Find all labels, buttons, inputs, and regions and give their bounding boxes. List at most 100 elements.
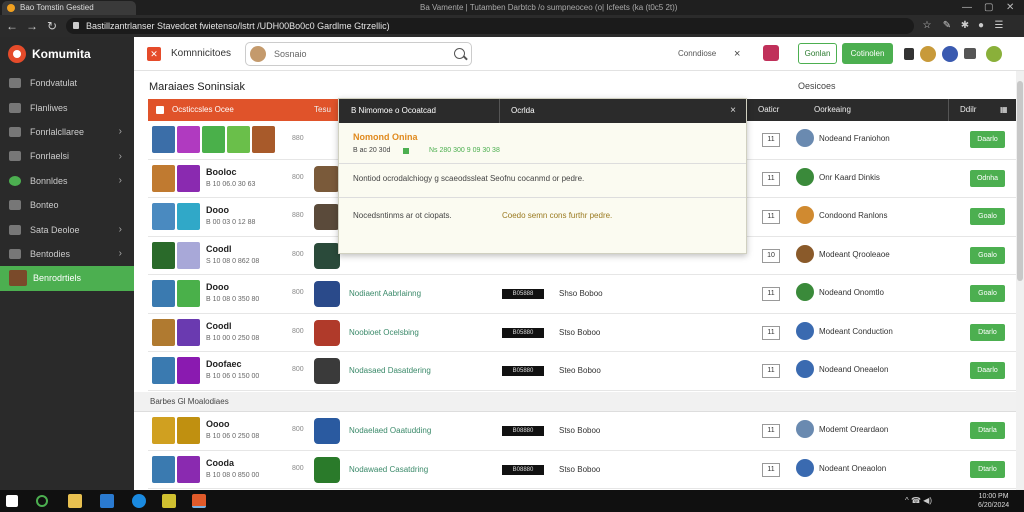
game-thumbnail[interactable] — [177, 126, 200, 153]
row-link[interactable]: Nodawaed Casatdring — [349, 465, 428, 474]
sidebar-item[interactable]: Fondvatulat — [0, 71, 134, 95]
minimize-icon[interactable]: — — [962, 0, 972, 15]
menu-icon[interactable]: ☰ — [992, 19, 1006, 33]
row-owner[interactable]: Modeant Qrooleaoe — [819, 250, 890, 259]
scrollbar[interactable] — [1016, 71, 1024, 490]
sidebar-item[interactable]: Sata Deoloe › — [0, 217, 134, 241]
star-icon[interactable]: ☆ — [920, 19, 934, 33]
row-name[interactable]: Oooo — [206, 419, 230, 429]
game-thumbnail[interactable] — [177, 357, 200, 384]
game-thumbnail[interactable] — [152, 455, 175, 483]
row-count-badge[interactable]: 11 — [762, 210, 780, 224]
header-checkbox-icon[interactable] — [156, 106, 164, 114]
table-row[interactable]: Coodl B 10 00 0 250 08 800 Noobioet Ocelsbi… — [148, 314, 1016, 352]
table-row[interactable]: Doofaec B 10 06 0 150 00 800 Nodasaed Dasat… — [148, 352, 1016, 391]
user-avatar-1[interactable] — [920, 46, 936, 62]
windows-start-icon[interactable] — [6, 495, 18, 507]
game-thumbnail[interactable] — [177, 417, 200, 444]
row-action-button[interactable]: Daarlo — [970, 362, 1005, 379]
system-tray[interactable]: ^ ☎ ◀) — [905, 494, 932, 508]
column-header-status[interactable]: Oaticr — [758, 99, 779, 121]
column-settings-icon[interactable]: ▦ — [1000, 99, 1008, 121]
game-thumbnail[interactable] — [152, 357, 175, 384]
row-name[interactable]: Dooo — [206, 205, 229, 215]
row-owner[interactable]: Nodeant Oneaolon — [819, 464, 886, 473]
chevron-right-icon[interactable]: › — [119, 126, 122, 137]
chevron-right-icon[interactable]: › — [119, 224, 122, 235]
header-label[interactable]: Conndiose — [678, 37, 716, 71]
row-count-badge[interactable]: 11 — [762, 364, 780, 378]
sidebar-item[interactable]: Benrodrtiels — [0, 266, 134, 291]
taskbar-clock[interactable]: 10:00 PM 6/20/2024 — [978, 492, 1009, 510]
popup-title[interactable]: Nomond Onina — [353, 132, 418, 142]
column-header-primary[interactable]: Ocsticcsles Ocee — [148, 99, 338, 121]
game-thumbnail[interactable] — [227, 126, 250, 153]
sidebar-item[interactable]: Fonrlaelsi › — [0, 144, 134, 168]
game-thumbnail[interactable] — [177, 203, 200, 230]
row-action-button[interactable]: Daarlo — [970, 131, 1005, 148]
row-count-badge[interactable]: 11 — [762, 325, 780, 340]
column-header-action[interactable]: Ddilr — [960, 99, 976, 121]
column-header-owner[interactable]: Oorkeaing — [814, 99, 851, 121]
row-name[interactable]: Coodl — [206, 244, 232, 254]
bell-icon[interactable] — [904, 48, 914, 60]
row-action-button[interactable]: Dtarlo — [970, 460, 1005, 478]
row-action-button[interactable]: Odnha — [970, 169, 1005, 187]
row-link[interactable]: Nodaelaed Oaatudding — [349, 426, 431, 435]
close-window-icon[interactable]: ✕ — [1006, 0, 1014, 15]
game-thumbnail[interactable] — [202, 126, 225, 153]
row-action-button[interactable]: Dtarla — [970, 422, 1005, 439]
app-taskbar-icon[interactable] — [162, 494, 176, 508]
sidebar-item[interactable]: Bonnldes › — [0, 169, 134, 193]
sidebar-brand[interactable]: Komumita — [0, 37, 134, 71]
sidebar-item[interactable]: Bonteo — [0, 193, 134, 217]
outline-button[interactable]: Gonlan — [798, 43, 837, 64]
table-row[interactable]: Cooda B 10 08 0 850 00 800 Nodawaed Casatdr… — [148, 451, 1016, 489]
row-action-button[interactable]: Dtarlo — [970, 323, 1005, 341]
row-owner[interactable]: Nodeand Oneaelon — [819, 365, 888, 374]
row-owner[interactable]: Condoond Ranlons — [819, 211, 888, 220]
maximize-icon[interactable]: ▢ — [984, 0, 993, 15]
sidebar-item[interactable]: Flanliwes — [0, 95, 134, 119]
game-thumbnail[interactable] — [177, 280, 200, 307]
chevron-right-icon[interactable]: › — [119, 248, 122, 259]
scrollbar-thumb[interactable] — [1017, 81, 1023, 281]
table-row[interactable]: Oooo B 10 06 0 250 08 800 Nodaelaed Oaatudd… — [148, 412, 1016, 451]
back-icon[interactable]: ← — [4, 18, 20, 34]
table-row[interactable]: Dooo B 10 08 0 350 80 800 Nodiaent Aabrlain… — [148, 275, 1016, 314]
file-explorer-icon[interactable] — [68, 494, 82, 508]
row-action-button[interactable]: Goalo — [970, 285, 1005, 302]
store-icon[interactable] — [100, 494, 114, 508]
puzzle-icon[interactable]: ✱ — [958, 19, 972, 33]
header-avatar[interactable] — [763, 45, 779, 61]
row-action-button[interactable]: Goalo — [970, 246, 1005, 264]
search-box[interactable]: Sosnaio — [245, 42, 472, 66]
row-count-badge[interactable]: 11 — [762, 424, 780, 438]
game-thumbnail[interactable] — [177, 164, 200, 192]
popup-footer-link[interactable]: Coedo semn cons furthr pedre. — [502, 211, 612, 220]
game-thumbnail[interactable] — [152, 164, 175, 192]
row-link[interactable]: Nodiaent Aabrlainng — [349, 289, 421, 298]
search-input[interactable]: Sosnaio — [274, 43, 307, 65]
game-thumbnail[interactable] — [152, 203, 175, 230]
row-link[interactable]: Nodasaed Dasatdering — [349, 366, 431, 375]
game-thumbnail[interactable] — [252, 126, 275, 153]
browser-tab[interactable]: Bao Tomstin Gestied — [2, 1, 136, 15]
user-avatar-2[interactable] — [942, 46, 958, 62]
game-thumbnail[interactable] — [177, 318, 200, 346]
row-link[interactable]: Noobioet Ocelsbing — [349, 328, 419, 337]
row-count-badge[interactable]: 11 — [762, 287, 780, 301]
row-count-badge[interactable]: 11 — [762, 133, 780, 147]
forward-icon[interactable]: → — [24, 18, 40, 34]
row-name[interactable]: Coodl — [206, 321, 232, 331]
active-app-taskbar-icon[interactable] — [192, 494, 206, 508]
search-icon[interactable] — [454, 48, 465, 59]
row-action-button[interactable]: Goalo — [970, 208, 1005, 225]
game-thumbnail[interactable] — [152, 241, 175, 269]
game-thumbnail[interactable] — [152, 126, 175, 153]
row-count-badge[interactable]: 10 — [762, 248, 780, 263]
search-taskbar-icon[interactable] — [36, 495, 48, 507]
row-count-badge[interactable]: 11 — [762, 171, 780, 186]
chevron-right-icon[interactable]: › — [119, 151, 122, 162]
reload-icon[interactable]: ↻ — [44, 18, 60, 34]
